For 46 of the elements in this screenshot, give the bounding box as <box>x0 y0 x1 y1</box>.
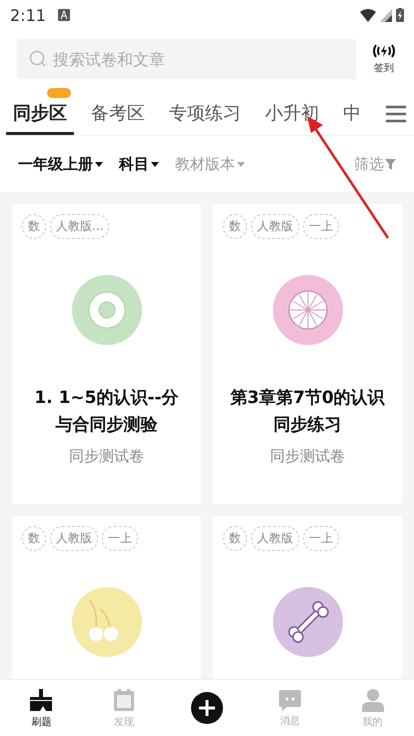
brush-icon <box>29 688 54 712</box>
tag: 人教版 <box>251 214 299 239</box>
tab[interactable]: 同步区 <box>6 87 74 135</box>
worksheet-card[interactable]: 数 人教版 一上 <box>213 516 402 679</box>
caret-icon <box>151 162 159 166</box>
nav-item[interactable]: 刷题 <box>0 680 83 736</box>
wifi-icon <box>360 8 376 22</box>
checkin-button[interactable]: 签到 <box>366 43 402 75</box>
tag: 一上 <box>102 526 138 551</box>
card-title: 第3章第7节0的认识同步练习 <box>229 387 386 437</box>
plus-icon <box>190 692 223 724</box>
broadcast-icon <box>371 43 397 59</box>
filter-dropdown[interactable]: 一年级上册 <box>18 154 103 174</box>
tag: 一上 <box>303 214 339 239</box>
worksheet-card[interactable]: 数 人教版... 1. 1~5的认识--分与合同步测验 同步测试卷 <box>12 204 201 504</box>
worksheet-card[interactable]: 数 人教版 一上 <box>12 516 201 679</box>
tab[interactable]: 小升初 <box>258 87 326 135</box>
battery-icon <box>396 8 404 22</box>
search-field[interactable]: 搜索试卷和文章 <box>17 39 356 79</box>
tag: 人教版... <box>50 214 110 239</box>
worksheet-card[interactable]: 数 人教版 一上 第3章第7节0的认识同步练习 同步测试卷 <box>213 204 402 504</box>
tab[interactable]: 专项练习 <box>162 87 248 135</box>
tag: 数 <box>223 526 247 551</box>
chat-icon <box>278 688 302 710</box>
tag: 数 <box>22 526 46 551</box>
tag: 数 <box>22 214 46 239</box>
card-subtitle: 同步测试卷 <box>69 447 144 466</box>
search-icon <box>29 50 47 68</box>
menu-icon[interactable] <box>386 105 406 123</box>
funnel-icon <box>385 158 396 170</box>
tab[interactable]: 中 <box>336 87 368 135</box>
notification-icon <box>58 9 70 21</box>
caret-icon <box>237 162 245 166</box>
status-time: 2:11 <box>10 6 46 24</box>
tab[interactable]: 备考区 <box>84 87 152 135</box>
person-icon <box>362 688 384 712</box>
signal-icon <box>380 8 392 22</box>
card-title: 1. 1~5的认识--分与合同步测验 <box>33 387 180 437</box>
tag: 人教版 <box>251 526 299 551</box>
filter-dropdown[interactable]: 科目 <box>119 154 159 174</box>
tag: 数 <box>223 214 247 239</box>
calendar-icon <box>113 688 136 712</box>
tag: 人教版 <box>50 526 98 551</box>
tag: 一上 <box>303 526 339 551</box>
card-subtitle: 同步测试卷 <box>270 447 345 466</box>
caret-icon <box>95 162 103 166</box>
